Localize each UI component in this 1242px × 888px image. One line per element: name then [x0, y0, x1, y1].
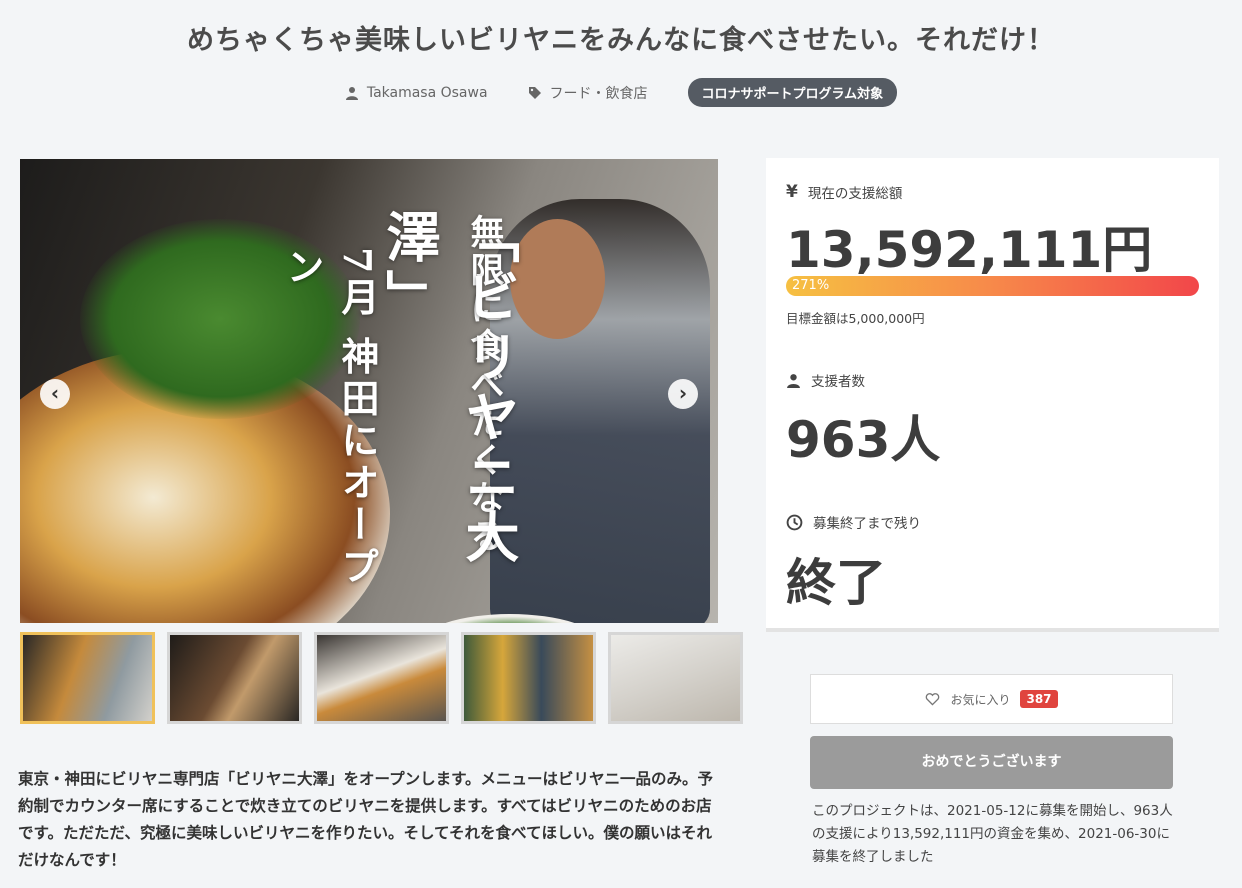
remaining-value: 終了 — [786, 554, 886, 612]
category-name: フード・飲食店 — [549, 85, 648, 102]
next-slide-button[interactable]: › — [668, 379, 698, 409]
clock-icon — [786, 514, 803, 530]
remaining-label-row: 募集終了まで残り — [786, 512, 921, 532]
user-icon — [787, 373, 800, 388]
thumbnail-2[interactable] — [167, 632, 302, 724]
thumbnail-1[interactable] — [20, 632, 155, 724]
total-label: 現在の支援総額 — [807, 186, 903, 202]
prev-slide-button[interactable]: ‹ — [40, 379, 70, 409]
goal-amount: 目標金額は5,000,000円 — [786, 311, 925, 326]
favorite-button[interactable]: お気に入り 387 — [810, 674, 1173, 724]
supporters-label: 支援者数 — [811, 374, 865, 390]
hero-image: 無限に食べたくなる 「ビリヤニ大澤」 7月 神田にオープン ‹ › — [20, 159, 718, 623]
funding-progress-bar: 271% — [786, 276, 1199, 296]
progress-percent: 271% — [792, 278, 830, 293]
favorite-count: 387 — [1020, 690, 1058, 708]
total-label-row: ¥ 現在の支援総額 — [786, 182, 902, 202]
author-link[interactable]: Takamasa Osawa — [345, 85, 488, 101]
favorite-label: お気に入り — [950, 692, 1011, 707]
funding-panel: ¥ 現在の支援総額 13,592,111円 271% 目標金額は5,000,00… — [766, 158, 1219, 632]
hero-open-text: 7月 神田にオープン — [280, 247, 380, 589]
project-title: めちゃくちゃ美味しいビリヤニをみんなに食べさせたい。それだけ！ — [187, 25, 1055, 56]
user-icon — [345, 86, 358, 100]
heart-icon — [926, 693, 940, 706]
thumbnail-5[interactable] — [608, 632, 743, 724]
author-name: Takamasa Osawa — [366, 84, 488, 101]
thumbnail-strip — [20, 632, 743, 724]
thumbnail-3[interactable] — [314, 632, 449, 724]
tag-icon — [528, 86, 541, 99]
category-link[interactable]: フード・飲食店 — [528, 83, 648, 103]
supporters-count: 963人 — [786, 411, 941, 469]
thumbnail-4[interactable] — [461, 632, 596, 724]
remaining-label: 募集終了まで残り — [813, 516, 921, 532]
project-description: 東京・神田にビリヤニ専門店「ビリヤニ大澤」をオープンします。メニューはビリヤニ一… — [18, 770, 714, 869]
total-amount: 13,592,111円 — [786, 221, 1153, 279]
project-summary: このプロジェクトは、2021-05-12に募集を開始し、963人の支援により13… — [812, 803, 1173, 865]
program-badge[interactable]: コロナサポートプログラム対象 — [687, 78, 898, 107]
hero-shop-name: 「ビリヤニ大澤」 — [377, 209, 520, 569]
supporters-label-row: 支援者数 — [786, 370, 865, 390]
yen-icon: ¥ — [786, 182, 798, 202]
project-meta: Takamasa Osawa フード・飲食店 コロナサポートプログラム対象 — [0, 78, 1242, 107]
congrats-button[interactable]: おめでとうございます — [810, 736, 1173, 789]
